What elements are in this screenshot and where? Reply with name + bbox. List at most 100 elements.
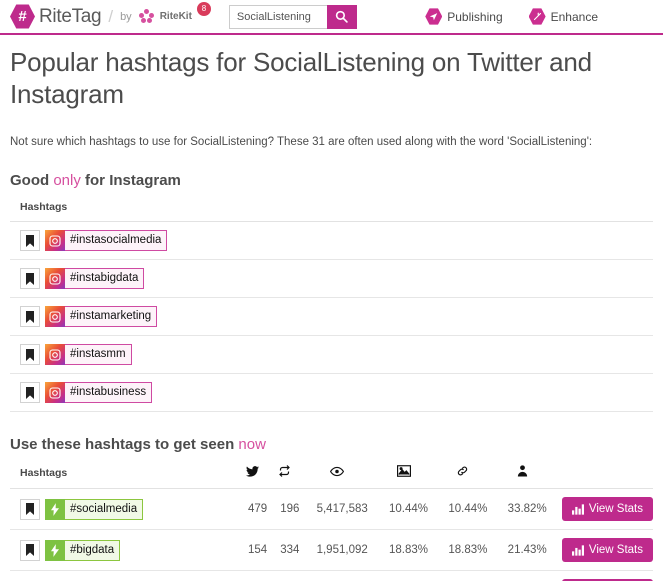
bookmark-button[interactable] [20,268,40,290]
twitter-section-title: Use these hashtags to get seen now [10,436,653,453]
hashtag-col: #instamarketing [10,297,653,337]
lightning-icon [51,503,59,516]
instagram-section-title: Good only for Instagram [10,172,653,189]
brand-logo[interactable]: # RiteTag / by RiteKit [10,4,192,29]
mentions-value: 33.82% [492,488,552,531]
retweets-value: 196 [269,488,301,531]
nav-label-publishing: Publishing [447,9,503,24]
instagram-icon [49,311,61,323]
actions-col: View Stats [551,570,653,581]
eye-icon [330,466,345,477]
bookmark-icon [26,503,34,516]
bar-chart-icon [571,504,584,515]
hashtag-pill[interactable]: #instabusiness [45,382,153,404]
retweet-icon [279,465,291,478]
header-nav: Publishing Enhance [425,8,653,25]
column-header-retweets[interactable] [269,465,301,490]
search-button[interactable] [326,4,357,29]
hashtag-pill[interactable]: #instabigdata [45,268,145,290]
lightning-icon [51,544,59,557]
table-row: #instabusiness [10,373,653,413]
ritekit-name: RiteKit [159,11,192,22]
hashtag-col: #instabusiness [10,373,653,413]
column-header-tweets[interactable] [236,465,270,490]
table-row: #marketing77936711,009,44616.56%16.56%25… [10,570,653,581]
bookmark-button[interactable] [20,498,40,520]
hashtag-col: #instasocialmedia [10,221,653,261]
bookmark-button[interactable] [20,539,40,561]
actions-col: View Stats [551,529,653,572]
view-stats-button[interactable]: View Stats [561,497,653,522]
nav-item-enhance[interactable]: Enhance [528,8,598,25]
hashtag-pill[interactable]: #instasmm [45,344,132,366]
hashtag-cell: #bigdata [20,539,236,561]
bookmark-button[interactable] [20,230,40,252]
hashtag-pill[interactable]: #bigdata [45,539,121,561]
hashtag-col: #instasmm [10,335,653,375]
hashtag-pill[interactable]: #socialmedia [45,498,144,520]
images-value: 16.56% [373,570,434,581]
hashtag-label[interactable]: #instamarketing [65,306,158,328]
hashtag-label[interactable]: #instabusiness [65,382,153,404]
bookmark-button[interactable] [20,344,40,366]
column-header-hashtags: Hashtags [10,201,653,223]
hashtag-label[interactable]: #socialmedia [65,498,144,520]
column-header-views[interactable] [300,465,374,490]
column-header-hashtags: Hashtags [10,465,237,490]
column-header-images[interactable] [373,465,434,490]
column-header-links[interactable] [433,465,493,490]
instagram-title-post: for Instagram [80,172,181,190]
instagram-icon [45,230,65,252]
bookmark-icon [26,544,34,557]
hashtag-label[interactable]: #bigdata [65,539,121,561]
instagram-icon [49,349,61,361]
page-content: Popular hashtags for SocialListening on … [0,35,663,581]
table-row: #instasmm [10,335,653,375]
tweets-value: 154 [236,529,270,572]
hashtag-label[interactable]: #instasmm [65,344,132,366]
lightning-icon [45,539,65,561]
notification-badge[interactable]: 8 [196,2,211,16]
hashtag-col: #bigdata [10,529,237,572]
hashtag-cell: #instasocialmedia [20,230,653,252]
page-title: Popular hashtags for SocialListening on … [10,47,592,109]
bookmark-button[interactable] [20,382,40,404]
image-icon [396,465,411,478]
brand-by-label: by [120,10,132,23]
table-header-row: Hashtags [10,465,653,490]
images-value: 10.44% [373,488,434,531]
bookmark-icon [26,386,34,399]
view-stats-label: View Stats [588,503,643,516]
retweets-value: 334 [269,529,301,572]
nav-item-publishing[interactable]: Publishing [425,8,503,25]
view-stats-label: View Stats [588,544,643,557]
instagram-table-body: #instasocialmedia #instabigdata #instamark… [10,221,653,413]
instagram-icon [49,273,61,285]
bookmark-icon [26,272,34,285]
bookmark-button[interactable] [20,306,40,328]
table-row: #instasocialmedia [10,221,653,261]
link-icon [458,467,468,476]
brand-name: RiteTag [39,5,102,27]
column-header-mentions[interactable] [492,465,552,490]
hash-glyph: # [18,8,27,25]
twitter-bird-icon [246,466,260,477]
hashtag-label[interactable]: #instabigdata [65,268,145,290]
search-icon [336,10,349,23]
table-row: #bigdata 154 334 1,951,092 18.83% 18.83% 21.43… [10,529,653,572]
instagram-icon [49,387,61,399]
hashtag-label[interactable]: #instasocialmedia [65,230,168,252]
bookmark-icon [26,234,34,247]
twitter-title-pre: Use these hashtags to get seen [10,436,239,454]
brand-separator: / [108,6,114,26]
hashtag-cell: #instabusiness [20,382,653,404]
hashtag-cell: #socialmedia [20,498,236,520]
search-input[interactable] [228,4,327,29]
column-header-actions [551,465,653,490]
hashtag-pill[interactable]: #instasocialmedia [45,230,168,252]
instagram-icon [45,382,65,404]
hashtag-cell: #instabigdata [20,268,653,290]
hashtag-pill[interactable]: #instamarketing [45,306,158,328]
view-stats-button[interactable]: View Stats [561,538,653,563]
instagram-hashtag-table: Hashtags #instasocialmedia #instabigdata #… [10,201,653,413]
